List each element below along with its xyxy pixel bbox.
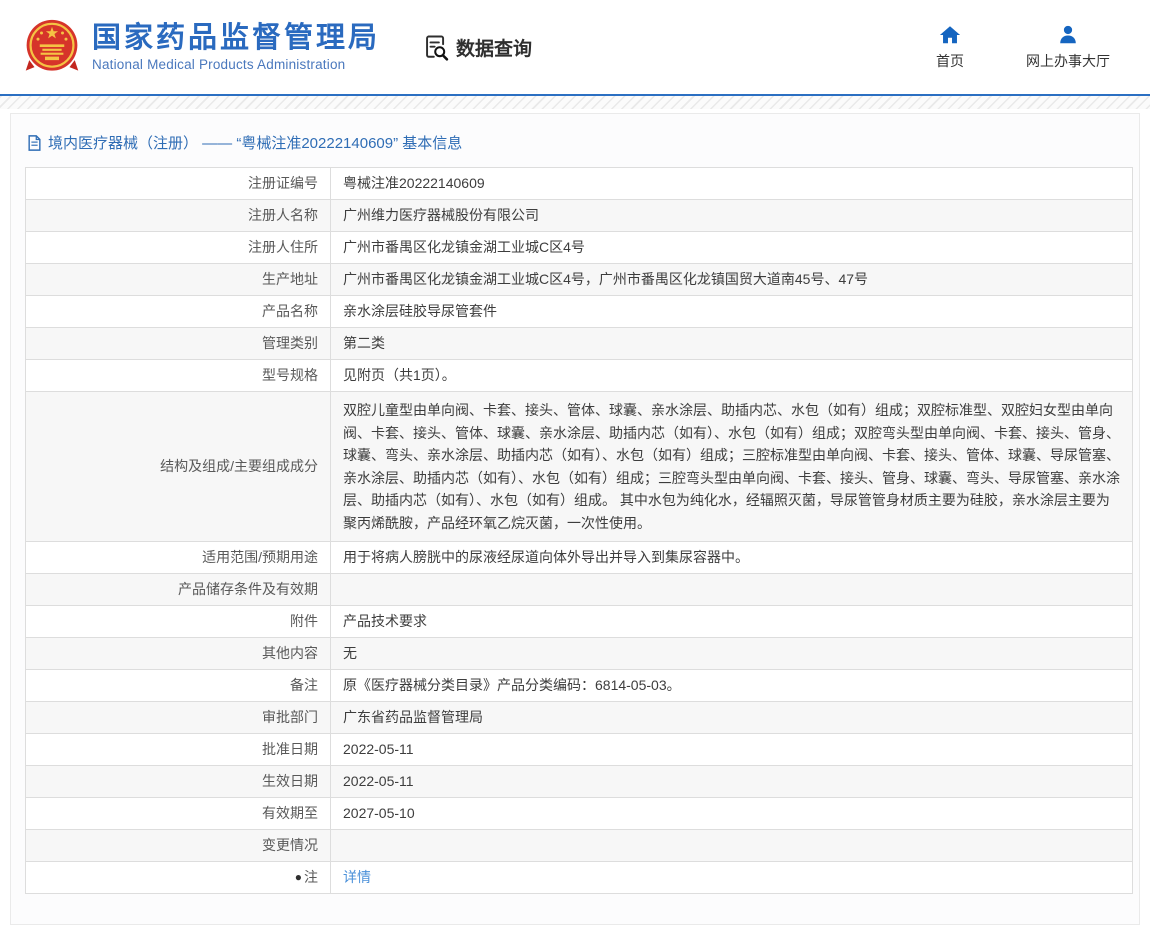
row-value: 广州市番禺区化龙镇金湖工业城C区4号，广州市番禺区化龙镇国贸大道南45号、47号	[331, 264, 1133, 296]
row-label: 附件	[26, 606, 331, 638]
page-title-text: 境内医疗器械（注册） —— “粤械注准20222140609” 基本信息	[48, 132, 462, 153]
table-row: 有效期至2027-05-10	[26, 798, 1133, 830]
table-row: 管理类别第二类	[26, 328, 1133, 360]
row-label: 结构及组成/主要组成成分	[26, 392, 331, 542]
row-label: ●注	[26, 862, 331, 894]
row-label: 注册证编号	[26, 168, 331, 200]
row-value: 广州市番禺区化龙镇金湖工业城C区4号	[331, 232, 1133, 264]
table-row: 结构及组成/主要组成成分双腔儿童型由单向阀、卡套、接头、管体、球囊、亲水涂层、助…	[26, 392, 1133, 542]
content-panel: 境内医疗器械（注册） —— “粤械注准20222140609” 基本信息 注册证…	[10, 113, 1140, 925]
org-name-cn: 国家药品监督管理局	[92, 22, 380, 55]
table-row: 附件产品技术要求	[26, 606, 1133, 638]
row-value: 粤械注准20222140609	[331, 168, 1133, 200]
row-value: 原《医疗器械分类目录》产品分类编码：6814-05-03。	[331, 670, 1133, 702]
row-value	[331, 574, 1133, 606]
table-row: 批准日期2022-05-11	[26, 734, 1133, 766]
row-label: 适用范围/预期用途	[26, 542, 331, 574]
row-label: 其他内容	[26, 638, 331, 670]
row-label: 备注	[26, 670, 331, 702]
row-value	[331, 830, 1133, 862]
table-row: 产品储存条件及有效期	[26, 574, 1133, 606]
document-search-icon	[422, 34, 449, 61]
table-row: 适用范围/预期用途用于将病人膀胱中的尿液经尿道向体外导出并导入到集尿容器中。	[26, 542, 1133, 574]
table-row: 型号规格见附页（共1页）。	[26, 360, 1133, 392]
table-row: 产品名称亲水涂层硅胶导尿管套件	[26, 296, 1133, 328]
row-label: 产品名称	[26, 296, 331, 328]
row-value: 广东省药品监督管理局	[331, 702, 1133, 734]
row-value: 2022-05-11	[331, 766, 1133, 798]
table-row: 其他内容无	[26, 638, 1133, 670]
row-value: 2027-05-10	[331, 798, 1133, 830]
table-row: 生效日期2022-05-11	[26, 766, 1133, 798]
row-label: 有效期至	[26, 798, 331, 830]
row-value: 产品技术要求	[331, 606, 1133, 638]
nav-home[interactable]: 首页	[926, 24, 974, 71]
table-row: 生产地址广州市番禺区化龙镇金湖工业城C区4号，广州市番禺区化龙镇国贸大道南45号…	[26, 264, 1133, 296]
row-label: 生效日期	[26, 766, 331, 798]
org-name-en: National Medical Products Administration	[92, 57, 380, 72]
data-query-label: 数据查询	[456, 34, 532, 61]
table-row: 审批部门广东省药品监督管理局	[26, 702, 1133, 734]
data-query-section[interactable]: 数据查询	[422, 34, 532, 61]
registration-info-table: 注册证编号粤械注准20222140609注册人名称广州维力医疗器械股份有限公司注…	[25, 167, 1133, 894]
row-value: 双腔儿童型由单向阀、卡套、接头、管体、球囊、亲水涂层、助插内芯、水包（如有）组成…	[331, 392, 1133, 542]
table-row: 注册人住所广州市番禺区化龙镇金湖工业城C区4号	[26, 232, 1133, 264]
row-value: 2022-05-11	[331, 734, 1133, 766]
row-value: 第二类	[331, 328, 1133, 360]
table-row: 备注原《医疗器械分类目录》产品分类编码：6814-05-03。	[26, 670, 1133, 702]
row-label: 注册人名称	[26, 200, 331, 232]
row-label: 型号规格	[26, 360, 331, 392]
nav-service-hall[interactable]: 网上办事大厅	[1026, 24, 1110, 71]
row-label: 批准日期	[26, 734, 331, 766]
china-national-emblem-icon	[24, 18, 80, 76]
user-icon	[1057, 24, 1079, 46]
row-value: 详情	[331, 862, 1133, 894]
row-value: 无	[331, 638, 1133, 670]
brand-block: 国家药品监督管理局 National Medical Products Admi…	[92, 22, 380, 72]
header-nav: 首页 网上办事大厅	[926, 24, 1110, 71]
site-header: 国家药品监督管理局 National Medical Products Admi…	[0, 0, 1150, 96]
row-label: 变更情况	[26, 830, 331, 862]
nav-home-label: 首页	[936, 51, 964, 71]
row-value: 亲水涂层硅胶导尿管套件	[331, 296, 1133, 328]
document-icon	[27, 135, 42, 151]
info-table-body: 注册证编号粤械注准20222140609注册人名称广州维力医疗器械股份有限公司注…	[26, 168, 1133, 894]
table-row: 注册证编号粤械注准20222140609	[26, 168, 1133, 200]
row-value: 广州维力医疗器械股份有限公司	[331, 200, 1133, 232]
row-value: 见附页（共1页）。	[331, 360, 1133, 392]
row-label: 审批部门	[26, 702, 331, 734]
row-label: 产品储存条件及有效期	[26, 574, 331, 606]
table-row: ●注详情	[26, 862, 1133, 894]
row-label: 生产地址	[26, 264, 331, 296]
row-label: 管理类别	[26, 328, 331, 360]
nav-service-hall-label: 网上办事大厅	[1026, 51, 1110, 71]
row-label: 注册人住所	[26, 232, 331, 264]
home-icon	[939, 24, 961, 46]
page-title: 境内医疗器械（注册） —— “粤械注准20222140609” 基本信息	[25, 126, 1125, 167]
table-row: 注册人名称广州维力医疗器械股份有限公司	[26, 200, 1133, 232]
detail-link[interactable]: 详情	[343, 869, 371, 885]
row-value: 用于将病人膀胱中的尿液经尿道向体外导出并导入到集尿容器中。	[331, 542, 1133, 574]
note-icon: ●	[295, 870, 302, 884]
hatched-divider	[0, 96, 1150, 109]
table-row: 变更情况	[26, 830, 1133, 862]
